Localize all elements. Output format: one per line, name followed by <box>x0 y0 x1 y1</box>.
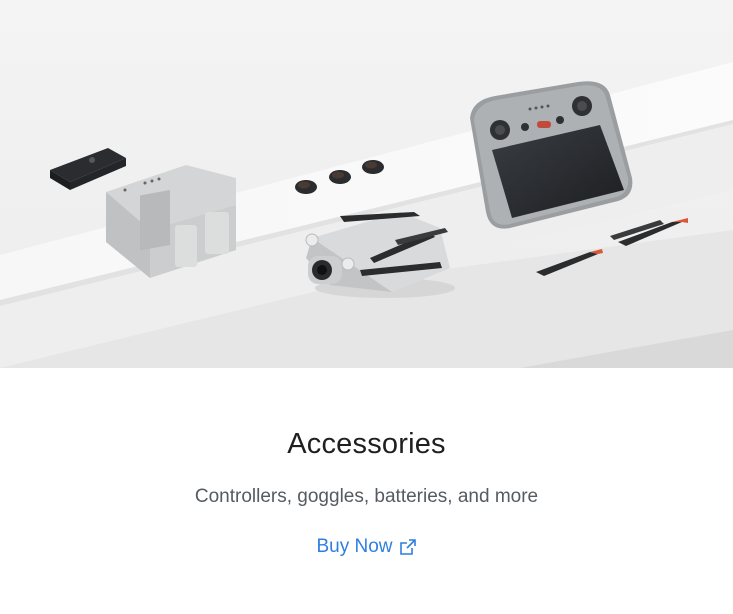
accessories-card: Accessories Controllers, goggles, batter… <box>0 0 733 614</box>
buy-now-label: Buy Now <box>316 536 393 557</box>
accessories-product-photo <box>0 0 733 368</box>
card-title: Accessories <box>287 428 446 460</box>
accessories-hero-image <box>0 0 733 368</box>
accessories-text-section: Accessories Controllers, goggles, batter… <box>0 368 733 614</box>
external-link-icon <box>399 539 416 555</box>
card-subtitle: Controllers, goggles, batteries, and mor… <box>194 486 539 507</box>
buy-now-link[interactable]: Buy Now <box>0 536 733 558</box>
